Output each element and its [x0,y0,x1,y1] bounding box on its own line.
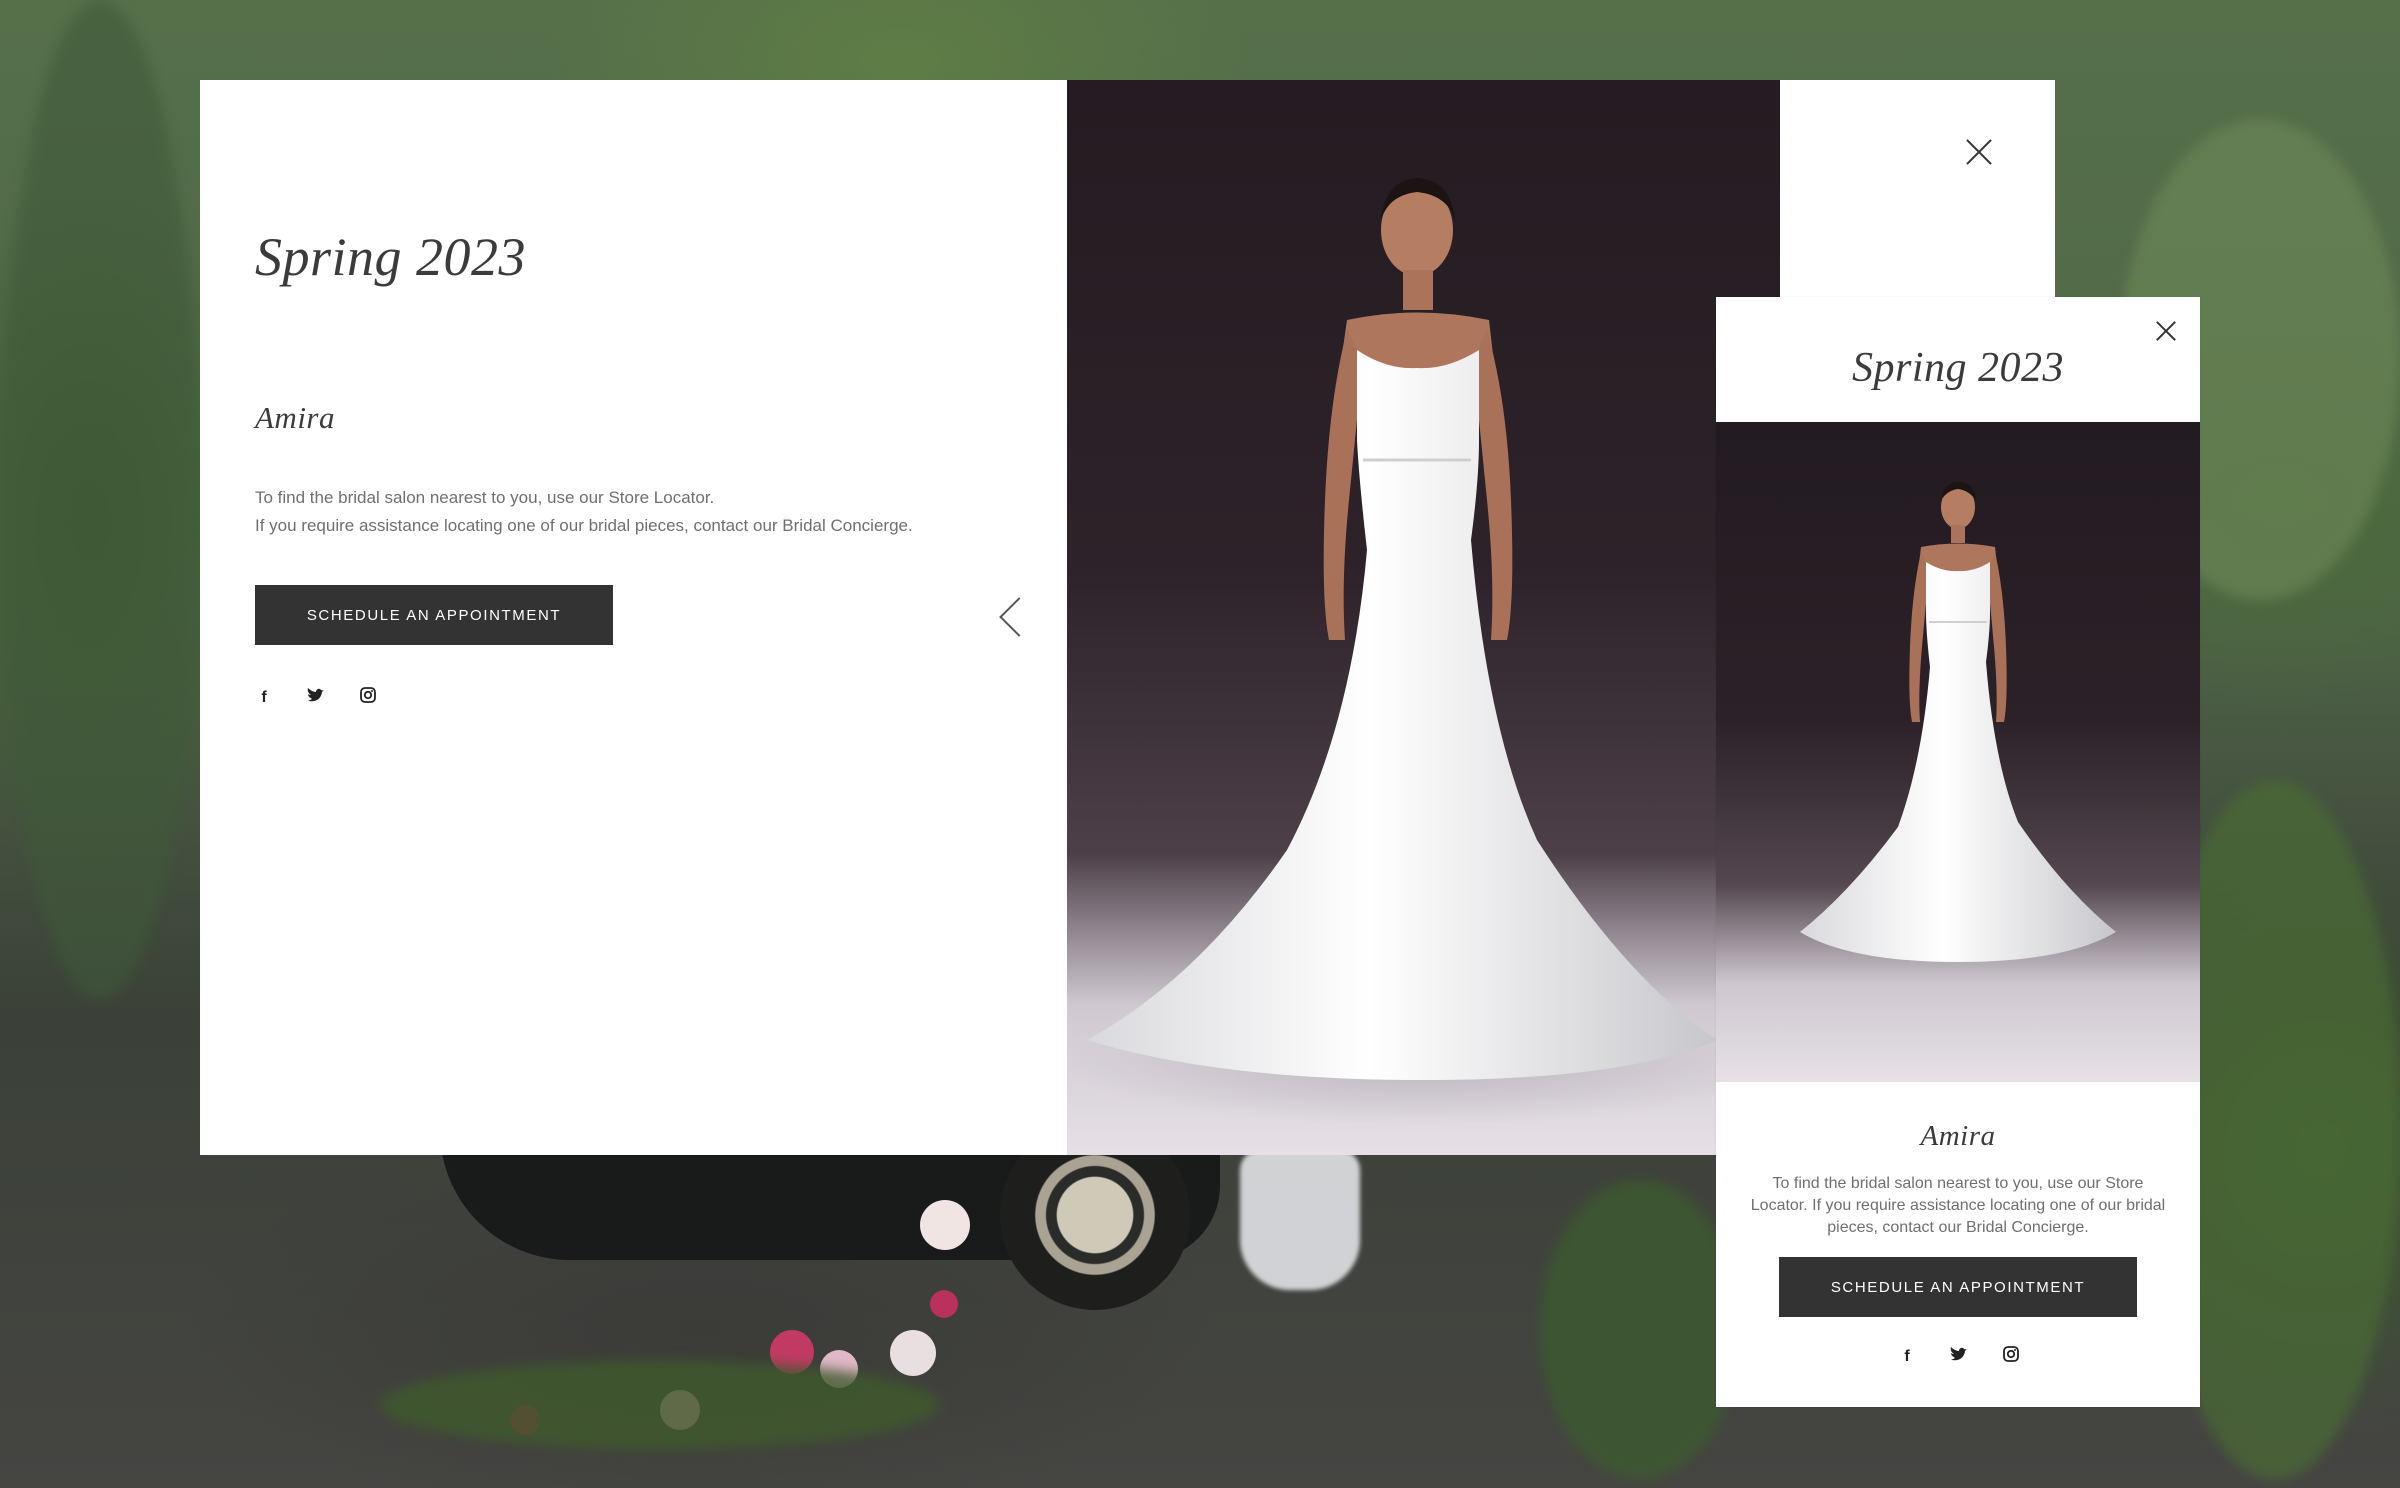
details-panel: Spring 2023 Amira To find the bridal sal… [200,80,1067,1155]
gown-name: Amira [1920,1120,1996,1152]
gown-photo [1716,422,2200,1082]
mobile-gown-modal: Spring 2023 Amira To find the bridal sal… [1716,297,2200,1407]
flower [920,1200,970,1250]
twitter-icon[interactable] [1950,1347,1968,1366]
close-icon[interactable] [2153,318,2179,344]
flower [890,1330,936,1376]
facebook-icon[interactable]: f [1898,1348,1916,1366]
close-icon[interactable] [1962,135,1996,169]
description-line: To find the bridal salon nearest to you,… [255,488,715,507]
flower-stems [380,1360,940,1450]
gown-description: To find the bridal salon nearest to you,… [255,484,1035,540]
flower [930,1290,958,1318]
instagram-icon[interactable] [359,687,377,708]
veil [1240,1150,1360,1290]
social-links: f [255,687,377,708]
social-links: f [1898,1346,2020,1367]
schedule-appointment-button[interactable]: SCHEDULE AN APPOINTMENT [255,585,613,645]
gown-photo [1067,80,1780,1155]
collection-title: Spring 2023 [255,227,527,287]
foliage-blur [0,0,200,1000]
gown-description: To find the bridal salon nearest to you,… [1750,1175,2166,1236]
chevron-left-icon[interactable] [999,597,1039,637]
schedule-appointment-button[interactable]: SCHEDULE AN APPOINTMENT [1779,1257,2137,1317]
gown-model-figure [1067,178,1780,1125]
description-line: If you require assistance locating one o… [255,516,913,535]
gown-name: Amira [255,400,335,435]
collection-title: Spring 2023 [1851,345,2064,391]
facebook-icon[interactable]: f [255,689,273,707]
gown-model-figure [1800,482,2116,962]
twitter-icon[interactable] [307,688,325,707]
foliage-blur [1540,1180,1740,1480]
instagram-icon[interactable] [2002,1346,2020,1367]
close-panel [1780,80,2055,300]
